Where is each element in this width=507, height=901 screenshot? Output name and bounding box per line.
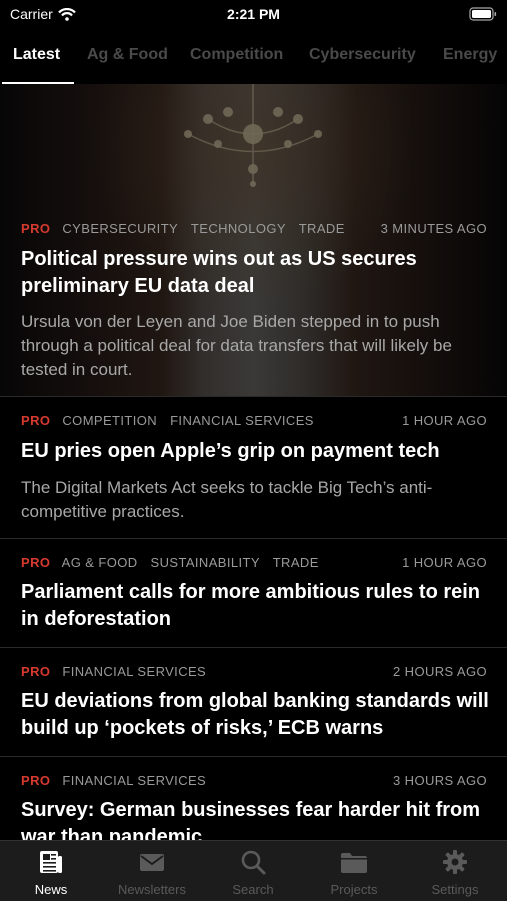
article-meta: PRO FINANCIAL SERVICES 3 HOURS AGO bbox=[21, 773, 487, 789]
article-tag: FINANCIAL SERVICES bbox=[62, 773, 207, 788]
tabbar-newsletters[interactable]: Newsletters bbox=[102, 849, 202, 899]
article-time: 2 HOURS AGO bbox=[393, 664, 487, 679]
article-4[interactable]: PRO FINANCIAL SERVICES 2 HOURS AGO EU de… bbox=[0, 647, 507, 757]
article-time: 1 HOUR AGO bbox=[402, 413, 487, 428]
folder-icon bbox=[341, 853, 367, 873]
article-1[interactable]: PRO CYBERSECURITY TECHNOLOGY TRADE 3 MIN… bbox=[0, 84, 507, 397]
news-icon bbox=[40, 851, 62, 873]
article-tag: FINANCIAL SERVICES bbox=[170, 413, 314, 428]
article-tag: TRADE bbox=[272, 555, 319, 570]
article-meta: PRO CYBERSECURITY TECHNOLOGY TRADE 3 MIN… bbox=[21, 221, 487, 237]
article-5[interactable]: PRO FINANCIAL SERVICES 3 HOURS AGO Surve… bbox=[0, 756, 507, 840]
article-summary: The Digital Markets Act seeks to tackle … bbox=[21, 478, 433, 521]
envelope-icon bbox=[140, 854, 164, 871]
search-icon bbox=[241, 850, 266, 875]
article-time: 3 MINUTES AGO bbox=[380, 221, 487, 236]
article-headline: Political pressure wins out as US secure… bbox=[21, 248, 417, 297]
article-tag: SUSTAINABILITY bbox=[150, 555, 260, 570]
article-tag: TRADE bbox=[298, 221, 345, 236]
pro-badge: PRO bbox=[21, 664, 51, 679]
article-headline: Survey: German businesses fear harder hi… bbox=[21, 799, 481, 840]
article-tag: TECHNOLOGY bbox=[190, 221, 286, 236]
news-feed[interactable]: PRO CYBERSECURITY TECHNOLOGY TRADE 3 MIN… bbox=[0, 84, 507, 840]
pro-badge: PRO bbox=[21, 221, 51, 236]
bottom-tab-bar: News Newsletters Search Projects Setting… bbox=[0, 840, 507, 901]
pro-badge: PRO bbox=[21, 555, 51, 570]
article-meta: PRO AG & FOOD SUSTAINABILITY TRADE 1 HOU… bbox=[21, 555, 487, 571]
tabbar-label: Newsletters bbox=[118, 882, 186, 897]
pro-badge: PRO bbox=[21, 413, 51, 428]
article-time: 1 HOUR AGO bbox=[402, 555, 487, 570]
tabbar-projects[interactable]: Projects bbox=[304, 849, 404, 899]
tabbar-label: News bbox=[34, 882, 68, 897]
article-tag: CYBERSECURITY bbox=[62, 221, 179, 236]
tab-latest[interactable]: Latest bbox=[13, 46, 60, 64]
article-meta: PRO COMPETITION FINANCIAL SERVICES 1 HOU… bbox=[21, 413, 487, 429]
pro-badge: PRO bbox=[21, 773, 51, 788]
battery-icon bbox=[469, 7, 497, 24]
article-time: 3 HOURS AGO bbox=[393, 773, 487, 788]
tab-ag-food[interactable]: Ag & Food bbox=[87, 46, 168, 64]
tab-cybersecurity[interactable]: Cybersecurity bbox=[309, 46, 416, 64]
article-headline: Parliament calls for more ambitious rule… bbox=[21, 581, 481, 630]
tabbar-label: Projects bbox=[330, 882, 378, 897]
gear-icon bbox=[443, 850, 467, 874]
article-tag: AG & FOOD bbox=[61, 555, 138, 570]
article-3[interactable]: PRO AG & FOOD SUSTAINABILITY TRADE 1 HOU… bbox=[0, 538, 507, 648]
article-2[interactable]: PRO COMPETITION FINANCIAL SERVICES 1 HOU… bbox=[0, 396, 507, 539]
category-tabs: Latest Ag & Food Competition Cybersecuri… bbox=[0, 38, 507, 84]
article-tag: FINANCIAL SERVICES bbox=[62, 664, 207, 679]
article-headline: EU pries open Apple’s grip on payment te… bbox=[21, 440, 440, 462]
tabbar-label: Search bbox=[232, 882, 274, 897]
article-meta: PRO FINANCIAL SERVICES 2 HOURS AGO bbox=[21, 664, 487, 680]
article-tag: COMPETITION bbox=[62, 413, 158, 428]
article-headline: EU deviations from global banking standa… bbox=[21, 690, 489, 739]
status-time: 2:21 PM bbox=[227, 6, 280, 22]
tabbar-settings[interactable]: Settings bbox=[405, 849, 505, 899]
tab-competition[interactable]: Competition bbox=[190, 46, 283, 64]
status-bar: Carrier 2:21 PM bbox=[0, 0, 507, 30]
tabbar-news[interactable]: News bbox=[1, 849, 101, 899]
tabbar-search[interactable]: Search bbox=[203, 849, 303, 899]
tab-energy[interactable]: Energy bbox=[443, 46, 497, 64]
tabbar-label: Settings bbox=[431, 882, 479, 897]
article-summary: Ursula von der Leyen and Joe Biden stepp… bbox=[21, 312, 452, 379]
